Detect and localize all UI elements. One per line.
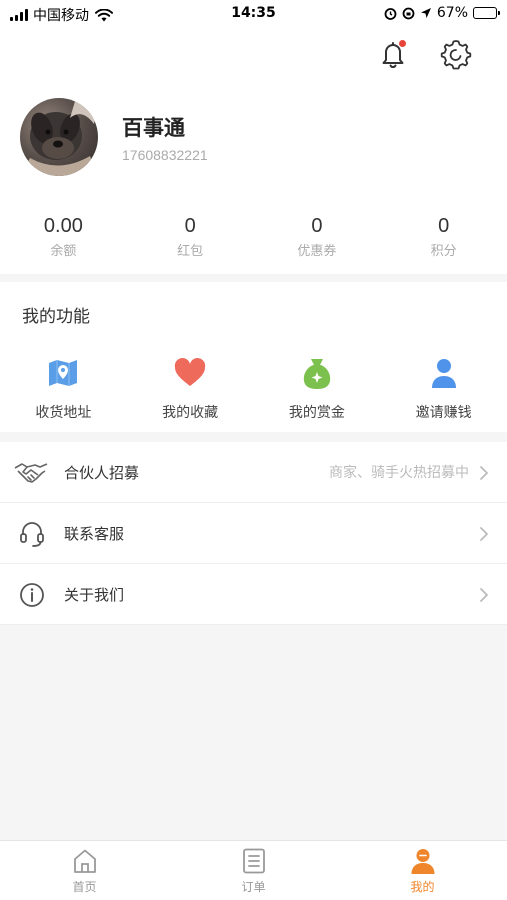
stat-label: 红包	[177, 244, 204, 259]
stat-value: 0	[184, 215, 196, 237]
chevron-right-icon	[480, 527, 488, 541]
handshake-icon	[14, 463, 48, 483]
menu-item-label: 关于我们	[64, 585, 125, 604]
battery-percent: 67%	[436, 5, 468, 21]
stat-value: 0	[311, 215, 323, 237]
feature-label: 邀请赚钱	[415, 405, 472, 421]
status-bar: 中国移动 14:35 67%	[0, 0, 507, 28]
order-list-icon	[242, 848, 265, 874]
person-icon	[431, 359, 456, 388]
chevron-right-icon	[480, 466, 488, 480]
feature-label: 我的收藏	[162, 405, 219, 421]
features-title: 我的功能	[22, 307, 90, 327]
stat-red-packet[interactable]: 0 红包	[127, 214, 254, 264]
dog-photo	[20, 98, 98, 176]
tab-label: 订单	[241, 880, 266, 894]
stat-label: 优惠券	[297, 244, 337, 259]
money-bag-icon	[303, 359, 331, 389]
feature-label: 收货地址	[35, 405, 92, 421]
user-phone: 17608832221	[122, 147, 208, 163]
tab-home[interactable]: 首页	[0, 841, 169, 900]
alarm-icon	[384, 7, 397, 20]
features-section: 我的功能 收货地址 我的收藏 我的赏金 邀请赚钱	[0, 282, 507, 432]
avatar[interactable]	[20, 98, 98, 176]
headset-icon	[20, 522, 44, 547]
status-bar-right: 67%	[384, 5, 500, 21]
chevron-right-icon	[480, 588, 488, 602]
stat-value: 0.00	[43, 215, 83, 237]
menu-item-about-us[interactable]: 关于我们	[0, 564, 507, 625]
profile-header: 百事通 17608832221 0.00 余额 0 红包 0 优惠券 0 积分	[0, 28, 507, 274]
stat-balance[interactable]: 0.00 余额	[0, 214, 127, 264]
notification-dot	[399, 40, 406, 47]
feature-label: 我的赏金	[288, 405, 345, 421]
heart-icon	[174, 358, 206, 386]
menu-item-label: 合伙人招募	[64, 463, 140, 482]
feature-favorites[interactable]: 我的收藏	[127, 356, 254, 422]
feature-bounty[interactable]: 我的赏金	[254, 356, 381, 422]
menu-item-label: 联系客服	[64, 524, 125, 543]
menu-item-partner-recruit[interactable]: 合伙人招募 商家、骑手火热招募中	[0, 442, 507, 503]
profile-icon	[411, 849, 434, 874]
feature-grid: 收货地址 我的收藏 我的赏金 邀请赚钱	[0, 356, 507, 422]
stats-row: 0.00 余额 0 红包 0 优惠券 0 积分	[0, 214, 507, 264]
stat-coupons[interactable]: 0 优惠券	[254, 214, 381, 264]
notification-button[interactable]	[378, 38, 408, 70]
stat-points[interactable]: 0 积分	[380, 214, 507, 264]
menu-item-customer-service[interactable]: 联系客服	[0, 503, 507, 564]
stat-value: 0	[438, 215, 450, 237]
map-icon	[49, 360, 78, 386]
stat-label: 余额	[50, 244, 77, 259]
menu-item-subtitle: 商家、骑手火热招募中	[329, 465, 469, 481]
location-icon	[420, 8, 431, 18]
battery-icon	[473, 7, 500, 19]
gear-icon	[440, 40, 472, 70]
home-icon	[73, 849, 96, 873]
tab-mine[interactable]: 我的	[338, 841, 507, 900]
tab-label: 首页	[72, 880, 97, 894]
info-icon	[20, 583, 44, 607]
menu-list: 合伙人招募 商家、骑手火热招募中 联系客服 关于我们	[0, 442, 507, 625]
tab-bar: 首页 订单 我的	[0, 840, 507, 900]
feature-invite[interactable]: 邀请赚钱	[380, 356, 507, 422]
stat-label: 积分	[430, 244, 457, 259]
tab-orders[interactable]: 订单	[169, 841, 338, 900]
user-name: 百事通	[122, 116, 185, 140]
rotation-lock-icon	[402, 7, 415, 19]
settings-button[interactable]	[440, 38, 472, 70]
tab-label: 我的	[410, 880, 435, 894]
feature-address[interactable]: 收货地址	[0, 356, 127, 422]
